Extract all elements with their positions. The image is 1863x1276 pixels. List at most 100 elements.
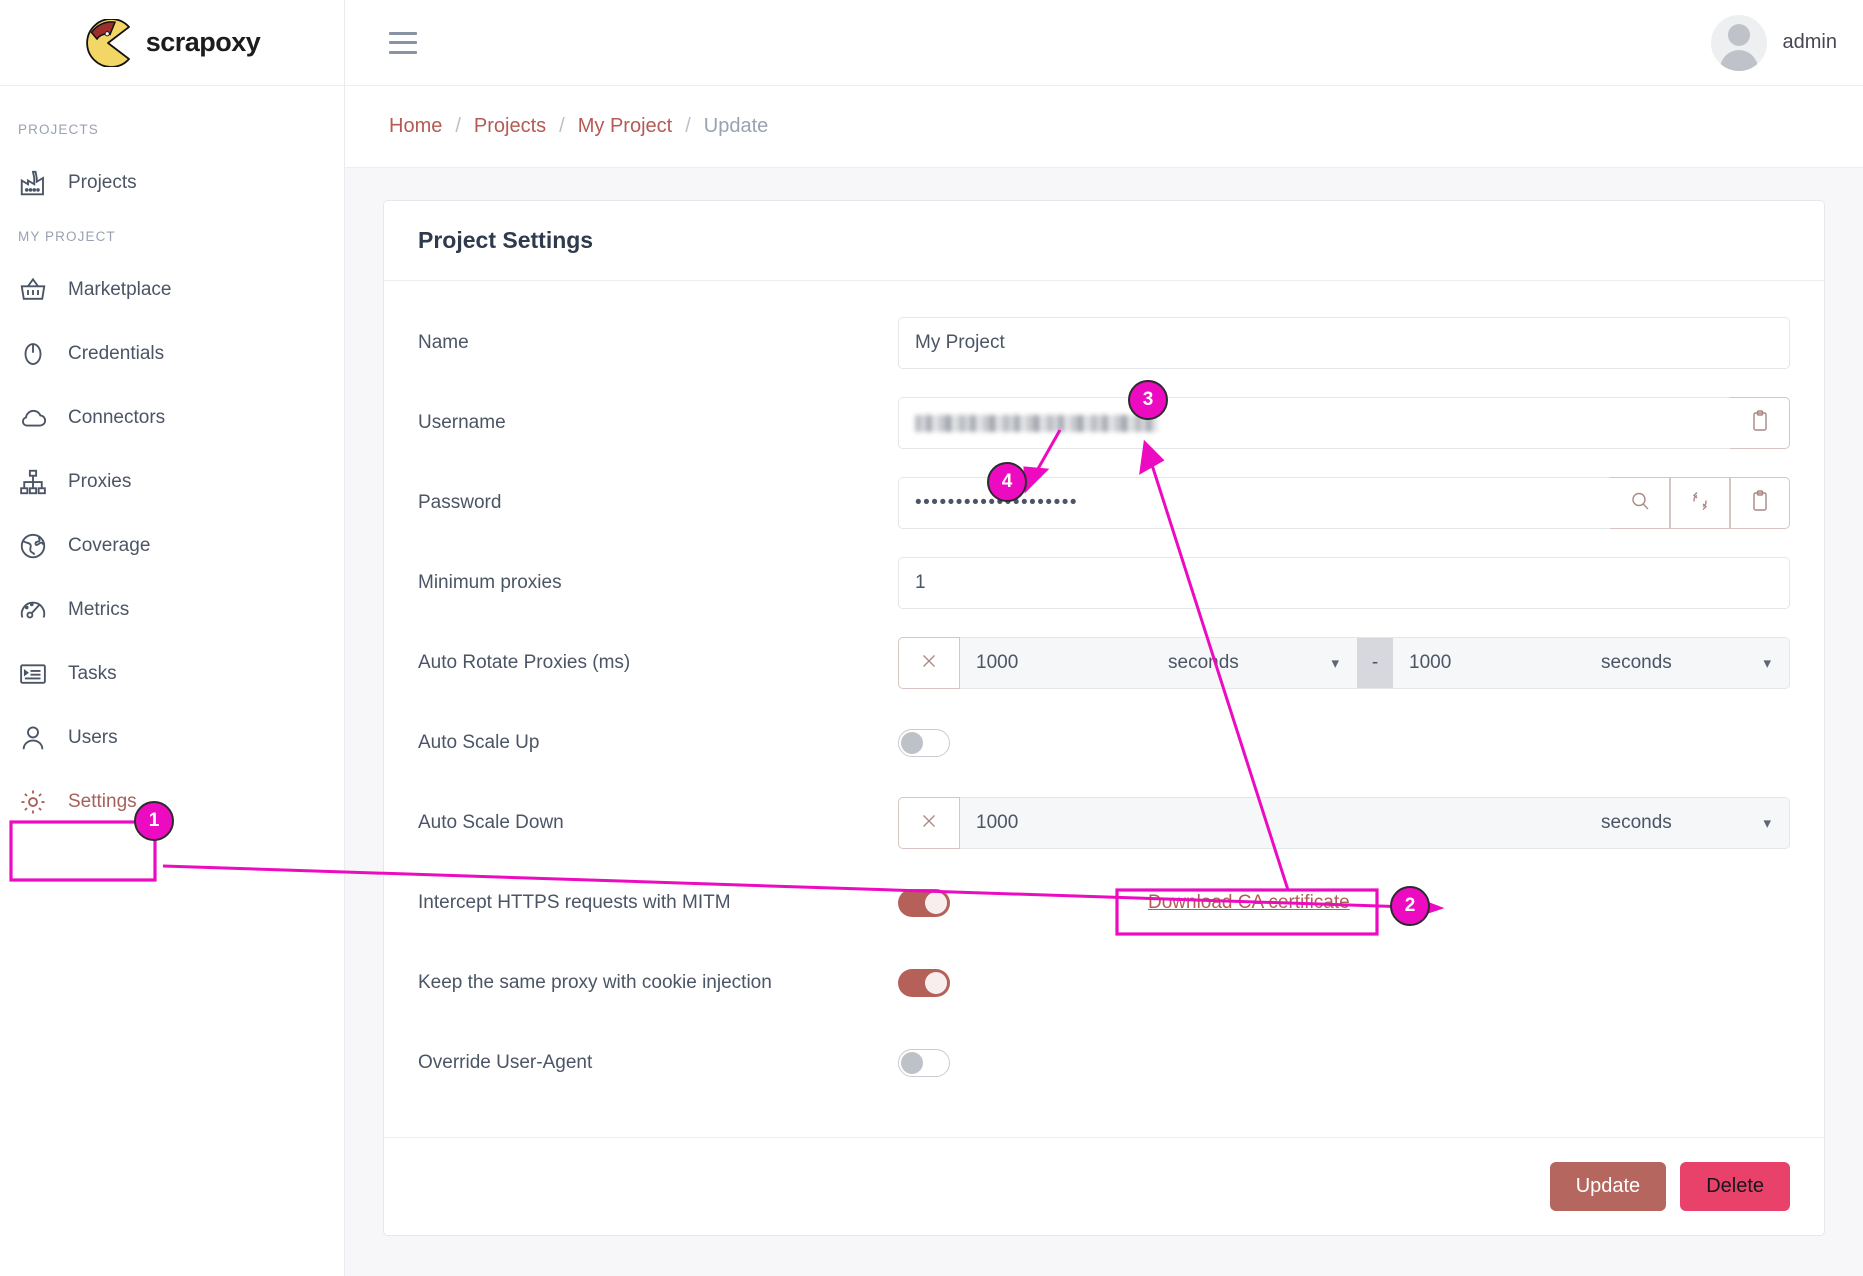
label-auto-scale-up: Auto Scale Up <box>418 732 540 753</box>
label-auto-rotate: Auto Rotate Proxies (ms) <box>418 652 631 673</box>
minimum-proxies-input[interactable]: 1 <box>898 557 1790 609</box>
cookie-injection-toggle[interactable] <box>898 969 950 997</box>
sidebar-item-settings[interactable]: Settings <box>0 770 344 834</box>
password-value: •••••••••••••••••••• <box>915 492 1079 513</box>
auto-scale-down-unit-select[interactable]: seconds ▾ <box>1585 797 1790 849</box>
auto-scale-down-unit-value: seconds <box>1601 812 1672 833</box>
sidebar-item-coverage[interactable]: Coverage <box>0 514 344 578</box>
auto-rotate-range-separator: - <box>1357 637 1393 689</box>
auto-rotate-min-unit-select[interactable]: seconds ▾ <box>1152 637 1357 689</box>
form-row-cookie-injection: Keep the same proxy with cookie injectio… <box>418 943 1790 1023</box>
auto-rotate-min-input[interactable]: 1000 <box>960 637 1152 689</box>
card-footer: Update Delete <box>384 1137 1824 1235</box>
close-icon <box>918 650 940 677</box>
sidebar-item-marketplace[interactable]: Marketplace <box>0 258 344 322</box>
main-area: admin Home / Projects / My Project / Upd… <box>345 0 1863 1276</box>
speedometer-icon <box>18 595 48 625</box>
cloud-icon <box>18 403 48 433</box>
sidebar-nav: PROJECTS Projects MY PROJECT Marketplace… <box>0 86 344 834</box>
name-input[interactable]: My Project <box>898 317 1790 369</box>
sidebar-item-label: Tasks <box>68 663 117 684</box>
form-row-auto-scale-down: Auto Scale Down 1000 seconds ▾ <box>418 783 1790 863</box>
form-row-password: Password •••••••••••••••••••• <box>418 463 1790 543</box>
chevron-down-icon: ▾ <box>1763 655 1771 672</box>
form-row-name: Name My Project <box>418 303 1790 383</box>
label-minimum-proxies: Minimum proxies <box>418 572 562 593</box>
close-icon <box>918 810 940 837</box>
brand-header[interactable]: scrapoxy <box>0 0 344 86</box>
label-override-user-agent: Override User-Agent <box>418 1052 593 1073</box>
auto-rotate-max-unit-value: seconds <box>1601 652 1672 673</box>
delete-button[interactable]: Delete <box>1680 1162 1790 1211</box>
sidebar-item-credentials[interactable]: Credentials <box>0 322 344 386</box>
auto-rotate-max-unit-select[interactable]: seconds ▾ <box>1585 637 1790 689</box>
refresh-icon <box>1688 489 1712 518</box>
chevron-down-icon: ▾ <box>1331 655 1339 672</box>
auto-scale-up-toggle[interactable] <box>898 729 950 757</box>
show-password-button[interactable] <box>1610 477 1670 529</box>
breadcrumb-item-projects[interactable]: Projects <box>474 115 546 138</box>
auto-rotate-group: 1000 seconds ▾ - 1000 seconds ▾ <box>898 637 1790 689</box>
breadcrumb-separator: / <box>559 115 565 137</box>
sidebar-item-label: Marketplace <box>68 279 172 300</box>
auto-rotate-clear-button[interactable] <box>898 637 960 689</box>
magnifier-icon <box>1628 489 1652 518</box>
form-row-username: Username <box>418 383 1790 463</box>
sidebar-item-connectors[interactable]: Connectors <box>0 386 344 450</box>
username-input[interactable] <box>898 397 1730 449</box>
copy-username-button[interactable] <box>1730 397 1790 449</box>
label-password: Password <box>418 492 502 513</box>
label-username: Username <box>418 412 506 433</box>
clipboard-icon <box>1748 489 1772 518</box>
sidebar-item-tasks[interactable]: Tasks <box>0 642 344 706</box>
settings-form: Name My Project Username Password ••••••… <box>384 281 1824 1137</box>
download-ca-certificate-link[interactable]: Download CA certificate <box>1148 892 1350 914</box>
user-menu[interactable]: admin <box>1710 14 1837 71</box>
auto-scale-down-clear-button[interactable] <box>898 797 960 849</box>
auto-rotate-max-input[interactable]: 1000 <box>1393 637 1585 689</box>
project-settings-card: Project Settings Name My Project Usernam… <box>383 200 1825 1236</box>
pacman-logo-icon <box>84 17 132 68</box>
gear-icon <box>18 787 48 817</box>
clipboard-icon <box>1748 409 1772 438</box>
breadcrumb: Home / Projects / My Project / Update <box>345 86 1863 168</box>
breadcrumb-item-home[interactable]: Home <box>389 115 442 138</box>
sidebar-item-projects[interactable]: Projects <box>0 151 344 215</box>
nav-group-title-projects: PROJECTS <box>18 122 99 137</box>
sidebar-item-label: Metrics <box>68 599 130 620</box>
globe-icon <box>18 531 48 561</box>
sidebar-item-proxies[interactable]: Proxies <box>0 450 344 514</box>
update-button[interactable]: Update <box>1549 1162 1667 1211</box>
form-row-auto-rotate: Auto Rotate Proxies (ms) 1000 seconds ▾ … <box>418 623 1790 703</box>
content-area: Project Settings Name My Project Usernam… <box>345 168 1863 1276</box>
auto-scale-down-group: 1000 seconds ▾ <box>898 797 1790 849</box>
sidebar-item-label: Coverage <box>68 535 151 556</box>
override-user-agent-toggle[interactable] <box>898 1049 950 1077</box>
mitm-toggle[interactable] <box>898 889 950 917</box>
renew-password-button[interactable] <box>1670 477 1730 529</box>
password-input-group: •••••••••••••••••••• <box>898 477 1790 529</box>
basket-icon <box>18 275 48 305</box>
sidebar-item-users[interactable]: Users <box>0 706 344 770</box>
sidebar: scrapoxy PROJECTS Projects MY PROJECT Ma… <box>0 0 345 1276</box>
chevron-down-icon: ▾ <box>1763 815 1771 832</box>
label-auto-scale-down: Auto Scale Down <box>418 812 564 833</box>
sidebar-item-label: Credentials <box>68 343 165 364</box>
topbar: admin <box>345 0 1863 86</box>
sidebar-item-label: Settings <box>68 791 137 812</box>
sidebar-item-label: Connectors <box>68 407 166 428</box>
label-cookie-injection: Keep the same proxy with cookie injectio… <box>418 972 772 993</box>
sitemap-icon <box>18 467 48 497</box>
password-input[interactable]: •••••••••••••••••••• <box>898 477 1610 529</box>
auto-scale-down-input[interactable]: 1000 <box>960 797 1585 849</box>
auto-rotate-min-unit-value: seconds <box>1168 652 1239 673</box>
hamburger-menu-icon[interactable] <box>389 31 417 54</box>
brand-name: scrapoxy <box>145 27 261 57</box>
copy-password-button[interactable] <box>1730 477 1790 529</box>
sidebar-item-metrics[interactable]: Metrics <box>0 578 344 642</box>
factory-icon <box>18 168 48 198</box>
breadcrumb-item-my-project[interactable]: My Project <box>578 115 672 138</box>
form-row-mitm: Intercept HTTPS requests with MITM Downl… <box>418 863 1790 943</box>
form-row-minimum-proxies: Minimum proxies 1 <box>418 543 1790 623</box>
masked-username-value <box>915 414 1158 432</box>
